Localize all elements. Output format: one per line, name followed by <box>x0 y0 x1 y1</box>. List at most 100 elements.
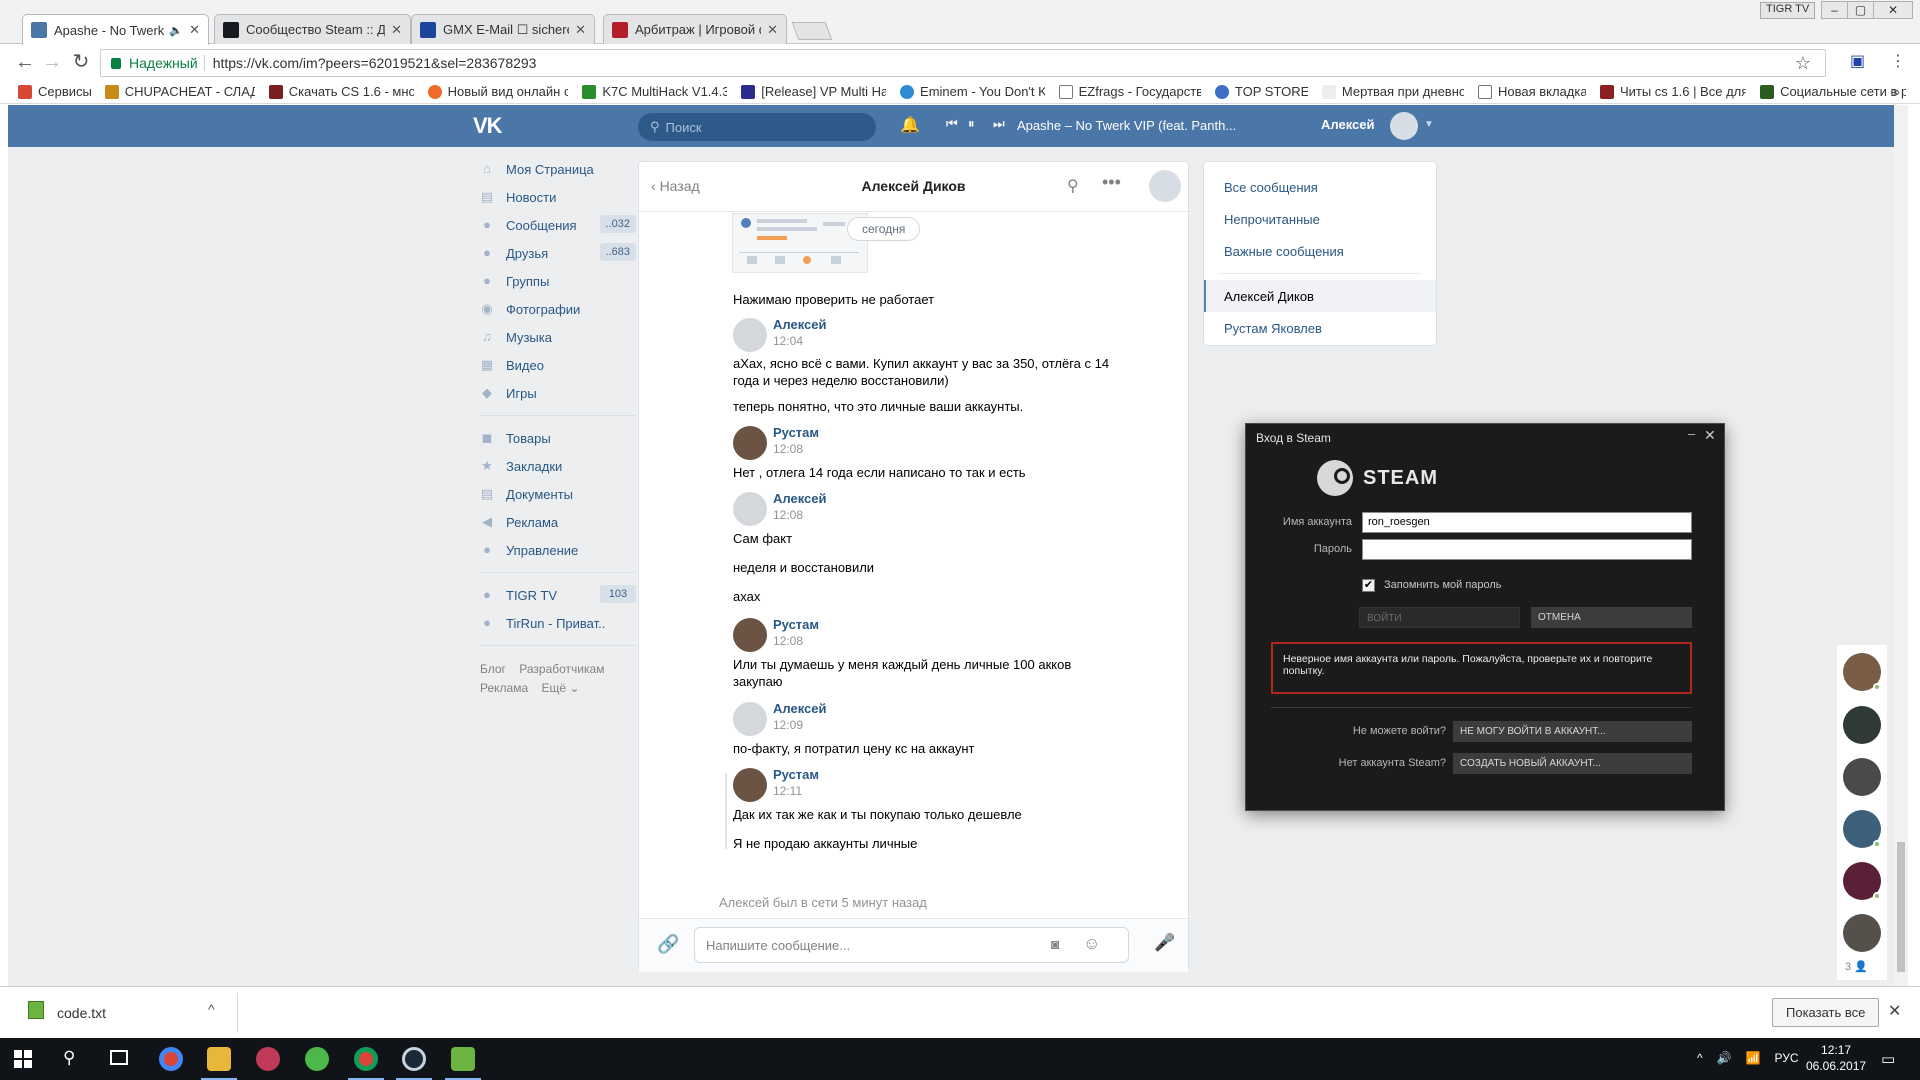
bookmark-item[interactable]: Социальные сети в р <box>1760 84 1906 99</box>
network-icon[interactable]: 📶 <box>1746 1051 1761 1065</box>
message-time[interactable]: 12:08 <box>773 442 803 456</box>
volume-icon[interactable]: 🔊 <box>1717 1051 1732 1065</box>
bookmark-item[interactable]: Новый вид онлайн с <box>427 84 568 99</box>
address-bar[interactable]: Надежный https://vk.com/im?peers=6201952… <box>100 49 1826 77</box>
bookmark-item[interactable]: EZfrags - Государств <box>1058 84 1201 99</box>
window-minimize-button[interactable]: – <box>1821 1 1848 19</box>
notepad-icon[interactable] <box>451 1047 475 1071</box>
paperclip-icon[interactable]: 🔗 <box>657 934 679 955</box>
cancel-button[interactable]: ОТМЕНА <box>1531 607 1692 628</box>
dock-avatar[interactable] <box>1843 706 1881 744</box>
itunes-icon[interactable] <box>256 1047 280 1071</box>
message-avatar[interactable] <box>733 426 767 460</box>
sidebar-item[interactable]: ◆ Игры <box>480 379 636 407</box>
message-time[interactable]: 12:08 <box>773 508 803 522</box>
create-account-button[interactable]: СОЗДАТЬ НОВЫЙ АККАУНТ... <box>1453 753 1692 774</box>
tab-gmx[interactable]: GMX E-Mail ☐ sichere E ✕ <box>411 14 595 44</box>
message-time[interactable]: 12:09 <box>773 718 803 732</box>
sidebar-item[interactable]: ◀ Реклама <box>480 508 636 536</box>
player-track-title[interactable]: Apashe – No Twerk VIP (feat. Panth... <box>1017 118 1236 133</box>
reload-icon[interactable]: ↻ <box>69 51 93 73</box>
forward-arrow-icon[interactable]: → <box>40 51 64 73</box>
windows-start-icon[interactable] <box>14 1050 32 1068</box>
page-scrollbar[interactable] <box>1894 105 1908 986</box>
sidebar-item[interactable]: ● TIGR TV 103 <box>480 581 636 609</box>
dock-avatar[interactable] <box>1843 758 1881 796</box>
remember-password-checkbox[interactable]: ✔ <box>1362 579 1375 592</box>
bookmark-item[interactable]: Скачать CS 1.6 - мно <box>268 84 414 99</box>
dialog-close-button[interactable]: ✕ <box>1704 427 1716 444</box>
back-arrow-icon[interactable]: ← <box>13 51 37 73</box>
message-avatar[interactable] <box>733 768 767 802</box>
url-text[interactable]: https://vk.com/im?peers=62019521&sel=283… <box>213 55 537 71</box>
chat-avatar[interactable] <box>1149 170 1181 202</box>
bookmark-item[interactable]: Мертвая при дневно <box>1321 84 1464 99</box>
emoji-icon[interactable]: ☺ <box>1083 934 1100 954</box>
bookmark-item[interactable]: TOP STORE <box>1214 84 1308 99</box>
footer-link-more[interactable]: Ещё ⌄ <box>541 681 579 695</box>
microphone-icon[interactable]: 🎤 <box>1154 933 1175 953</box>
sidebar-item[interactable]: ▤ Документы <box>480 480 636 508</box>
message-time[interactable]: 12:08 <box>773 634 803 648</box>
login-button[interactable]: ВОЙТИ <box>1359 607 1520 628</box>
close-downloads-bar-button[interactable]: ✕ <box>1888 1001 1901 1021</box>
tab-close-icon[interactable]: ✕ <box>391 22 402 38</box>
bookmark-item[interactable]: Читы cs 1.6 | Все для <box>1599 84 1746 99</box>
tab-steam-community[interactable]: Сообщество Steam :: Де ✕ <box>214 14 411 44</box>
cant-login-button[interactable]: НЕ МОГУ ВОЙТИ В АККАУНТ... <box>1453 721 1692 742</box>
sidebar-item[interactable]: ● Управление <box>480 536 636 564</box>
scrollbar-thumb[interactable] <box>1897 842 1905 972</box>
taskbar-clock[interactable]: 12:17 06.06.2017 <box>1806 1042 1866 1074</box>
bookmark-item[interactable]: CHUPACHEAT - СЛАД <box>104 84 255 99</box>
player-prev-icon[interactable]: ⏮ <box>946 116 958 132</box>
new-tab-button[interactable] <box>791 22 833 40</box>
bookmark-item[interactable]: K7C MultiHack V1.4.3 <box>582 84 727 99</box>
message-author[interactable]: Рустам <box>773 617 819 632</box>
filter-unread[interactable]: Непрочитанные <box>1204 203 1436 235</box>
dock-avatar[interactable] <box>1843 914 1881 952</box>
sidebar-item[interactable]: ♫ Музыка <box>480 323 636 351</box>
sidebar-item[interactable]: ▦ Видео <box>480 351 636 379</box>
task-view-icon[interactable] <box>110 1050 128 1065</box>
window-close-button[interactable]: ✕ <box>1873 1 1913 19</box>
player-next-icon[interactable]: ⏭ <box>993 116 1005 132</box>
search-icon[interactable]: ⚲ <box>1067 176 1079 196</box>
message-avatar[interactable] <box>733 318 767 352</box>
message-avatar[interactable] <box>733 618 767 652</box>
dialog-minimize-button[interactable]: – <box>1688 426 1695 441</box>
message-avatar[interactable] <box>733 702 767 736</box>
message-author[interactable]: Алексей <box>773 701 827 716</box>
sidebar-item[interactable]: ▤ Новости <box>480 183 636 211</box>
dock-more-count[interactable]: 3 👤 <box>1845 960 1868 973</box>
show-all-downloads-button[interactable]: Показать все <box>1772 998 1880 1027</box>
profile-button[interactable]: TIGR TV <box>1760 2 1816 19</box>
message-image-thumbnail[interactable] <box>732 213 868 273</box>
filter-all-messages[interactable]: Все сообщения <box>1204 171 1436 203</box>
steam-icon[interactable] <box>402 1047 426 1071</box>
utorrent-icon[interactable] <box>305 1047 329 1071</box>
sidebar-item[interactable]: ● TirRun - Приват.. <box>480 609 636 637</box>
chevron-up-icon[interactable]: ^ <box>1697 1051 1703 1065</box>
tab-close-icon[interactable]: ✕ <box>189 22 200 38</box>
message-author[interactable]: Алексей <box>773 491 827 506</box>
header-user-name[interactable]: Алексей <box>1321 117 1375 132</box>
file-explorer-icon[interactable] <box>207 1047 231 1071</box>
sidebar-item[interactable]: ◉ Фотографии <box>480 295 636 323</box>
bookmarks-overflow-button[interactable]: » <box>1893 84 1900 99</box>
sidebar-item[interactable]: ● Друзья ..683 <box>480 239 636 267</box>
extension-icon[interactable]: ▣ <box>1850 51 1865 71</box>
taskbar-search-icon[interactable]: ⚲ <box>63 1048 75 1068</box>
avatar[interactable] <box>1390 112 1418 140</box>
account-name-field[interactable]: ron_roesgen <box>1362 512 1692 533</box>
bookmark-item[interactable]: Новая вкладка <box>1477 84 1586 99</box>
footer-link-ads[interactable]: Реклама <box>480 681 528 695</box>
bookmark-item[interactable]: Eminem - You Don't K <box>900 84 1045 99</box>
bookmark-star-icon[interactable]: ☆ <box>1795 53 1811 74</box>
chevron-down-icon[interactable]: ▼ <box>1424 119 1434 130</box>
tab-close-icon[interactable]: ✕ <box>767 22 778 38</box>
vk-search-input[interactable]: ⚲ Поиск <box>638 113 876 141</box>
message-author[interactable]: Алексей <box>773 317 827 332</box>
input-language[interactable]: РУС <box>1775 1051 1799 1065</box>
chrome-profile-icon[interactable] <box>354 1047 378 1071</box>
message-avatar[interactable] <box>733 492 767 526</box>
